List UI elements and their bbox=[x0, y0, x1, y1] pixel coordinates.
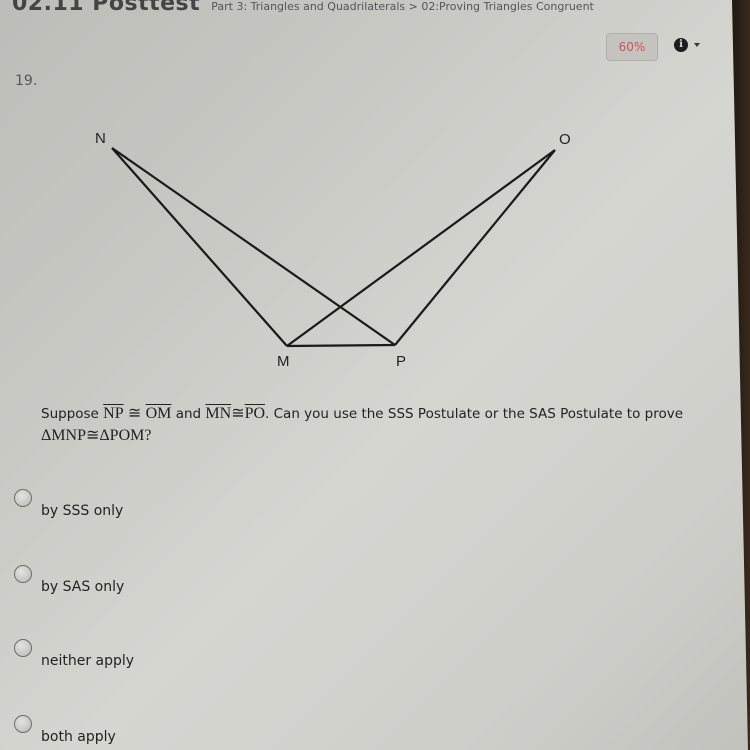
point-label-p: P bbox=[396, 353, 406, 370]
congruent-symbol: ≅ bbox=[231, 405, 245, 422]
radio-button[interactable] bbox=[14, 715, 32, 733]
segment-om-symbol: OM bbox=[145, 405, 172, 422]
segment-nm bbox=[111, 147, 288, 347]
radio-button[interactable] bbox=[14, 565, 32, 583]
radio-button[interactable] bbox=[14, 639, 32, 657]
prompt-and: and bbox=[175, 406, 202, 422]
segment-np bbox=[111, 147, 396, 346]
radio-button[interactable] bbox=[14, 489, 32, 507]
question-prompt: Suppose NP ≅ OM and MN≅PO. Can you use t… bbox=[41, 403, 731, 447]
segment-np-symbol: NP bbox=[103, 405, 124, 422]
point-label-m: M bbox=[277, 353, 290, 370]
triangle-pom: ΔPOM bbox=[99, 427, 145, 444]
point-label-n: N bbox=[95, 130, 106, 147]
triangle-mnp: ΔMNP bbox=[41, 427, 86, 444]
segment-op bbox=[394, 149, 556, 346]
option-label[interactable]: both apply bbox=[41, 729, 116, 745]
question-mark: ? bbox=[144, 427, 152, 444]
prompt-rest: . Can you use the SSS Postulate or the S… bbox=[265, 406, 684, 422]
prompt-lead: Suppose bbox=[41, 406, 99, 422]
segment-om bbox=[286, 149, 556, 347]
option-label[interactable]: neither apply bbox=[41, 653, 134, 669]
congruent-symbol: ≅ bbox=[85, 427, 100, 444]
option-label[interactable]: by SAS only bbox=[41, 579, 124, 595]
point-label-o: O bbox=[559, 131, 571, 148]
segment-mn-symbol: MN bbox=[205, 405, 232, 422]
option-label[interactable]: by SSS only bbox=[41, 503, 123, 519]
congruent-symbol: ≅ bbox=[127, 405, 142, 422]
triangle-figure: N O M P bbox=[95, 130, 571, 370]
segment-mp bbox=[286, 343, 396, 348]
segment-po-symbol: PO bbox=[244, 405, 266, 422]
